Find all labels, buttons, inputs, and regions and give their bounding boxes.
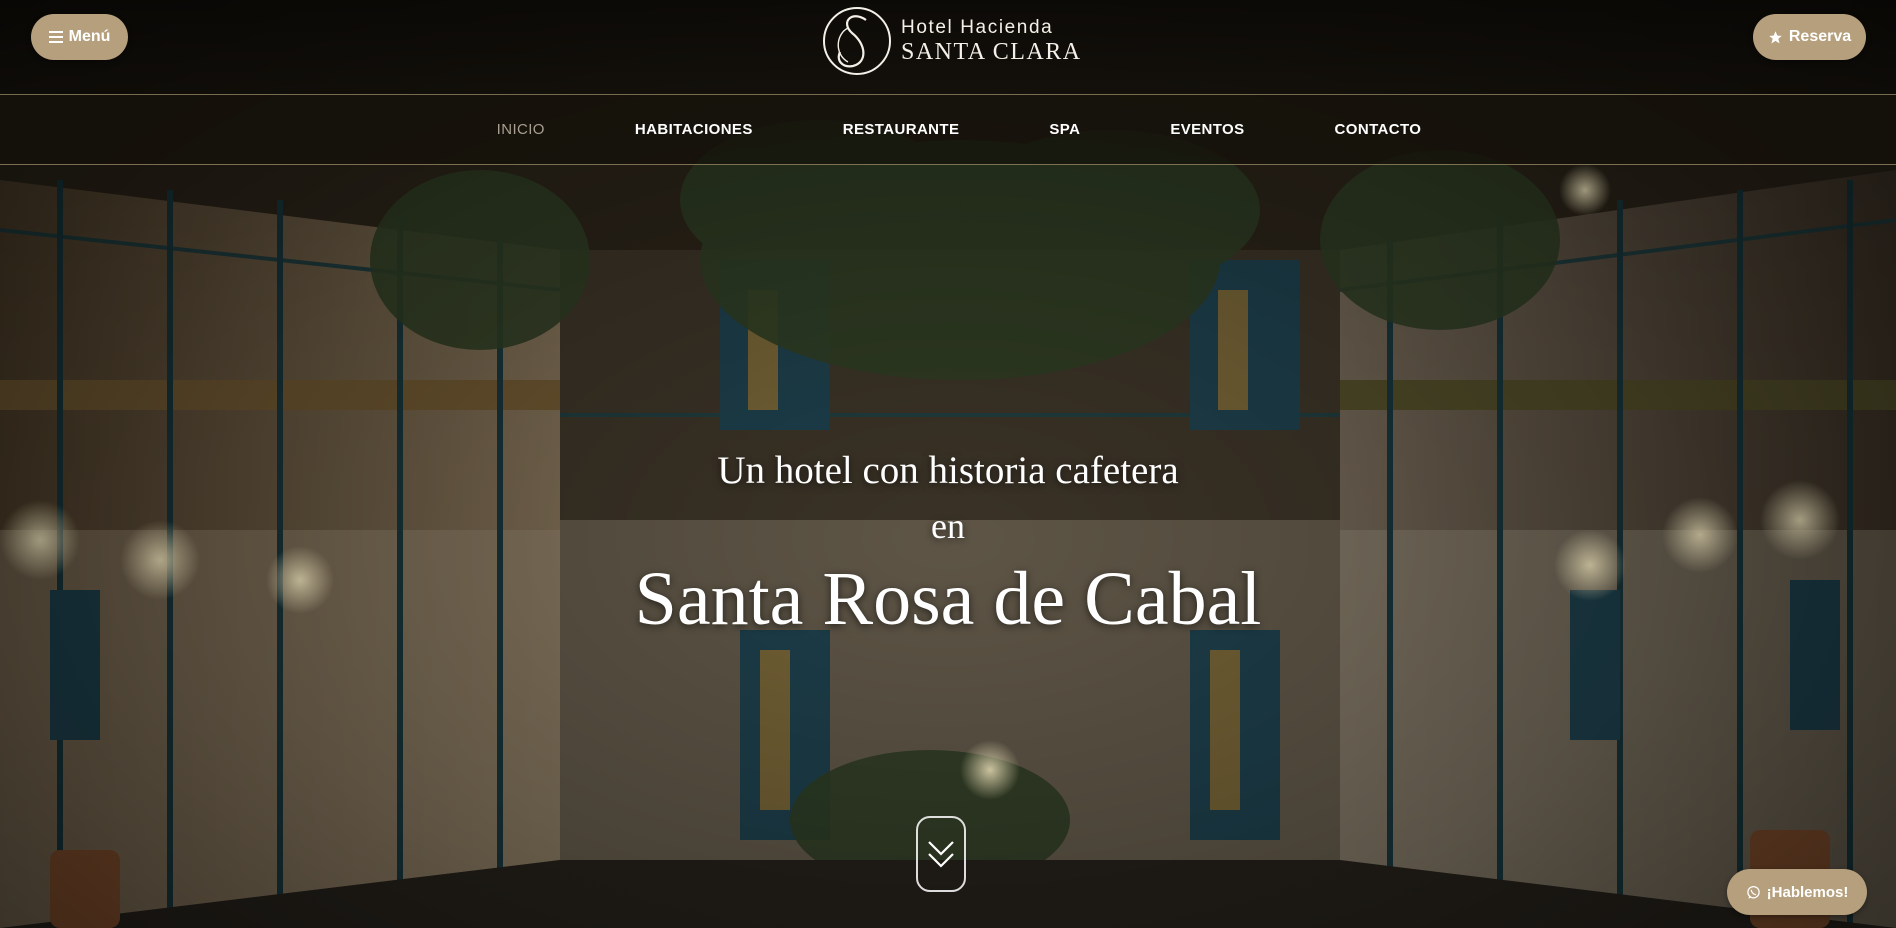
hotel-logo[interactable]: Hotel Hacienda SANTA CLARA xyxy=(822,6,1082,76)
menu-button[interactable]: Menú xyxy=(31,14,128,60)
whatsapp-chat-button[interactable]: ¡Hablemos! xyxy=(1727,869,1867,915)
menu-button-label: Menú xyxy=(68,28,111,45)
logo-text-line2: SANTA CLARA xyxy=(901,39,1082,65)
chat-button-label: ¡Hablemos! xyxy=(1766,883,1849,901)
main-navigation: INICIO HABITACIONES RESTAURANTE SPA EVEN… xyxy=(0,95,1896,165)
hero-headline-location: Santa Rosa de Cabal xyxy=(634,557,1262,641)
double-chevron-down-icon xyxy=(928,841,954,868)
scroll-down-button[interactable] xyxy=(916,816,966,892)
nav-item-contacto[interactable]: CONTACTO xyxy=(1335,121,1422,138)
nav-item-eventos[interactable]: EVENTOS xyxy=(1170,121,1244,138)
nav-item-habitaciones[interactable]: HABITACIONES xyxy=(635,121,753,138)
nav-item-spa[interactable]: SPA xyxy=(1049,121,1080,138)
hero-headline-line2: en xyxy=(931,506,965,546)
hamburger-icon xyxy=(48,31,63,43)
logo-monogram-icon xyxy=(823,7,891,75)
star-icon xyxy=(1769,30,1782,43)
hero-headline-line1: Un hotel con historia cafetera xyxy=(717,449,1179,492)
nav-item-restaurante[interactable]: RESTAURANTE xyxy=(843,121,960,138)
logo-text-line1: Hotel Hacienda xyxy=(901,17,1054,38)
hero-section: Menú Hotel Hacienda SANTA CLARA Reserva … xyxy=(0,0,1896,928)
whatsapp-icon xyxy=(1746,885,1760,899)
nav-item-inicio[interactable]: INICIO xyxy=(497,121,545,138)
reserve-button[interactable]: Reserva xyxy=(1753,14,1866,60)
reserve-button-label: Reserva xyxy=(1788,28,1852,45)
